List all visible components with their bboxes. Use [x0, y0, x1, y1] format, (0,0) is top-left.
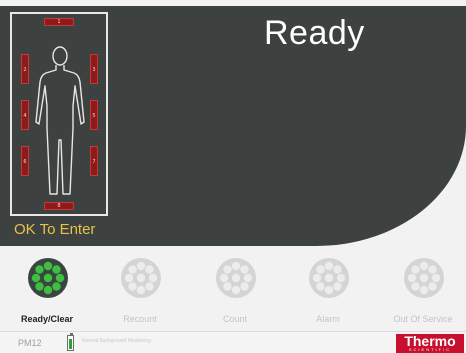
button-dot	[316, 265, 325, 274]
sensor-7: 7	[90, 146, 98, 176]
alarm-label: Alarm	[316, 314, 340, 324]
button-dot	[35, 282, 44, 291]
button-dot	[431, 273, 441, 283]
button-dot	[223, 265, 232, 274]
status-bar: PM12 Normal Background Monitoring Thermo…	[0, 331, 466, 353]
button-dot	[43, 285, 53, 295]
button-dot	[316, 282, 325, 291]
button-dot	[231, 285, 241, 295]
button-dot	[411, 282, 420, 291]
ready-clear-label: Ready/Clear	[20, 314, 74, 324]
button-dot	[428, 265, 437, 274]
button-row: Ready/Clear Recount Count Alarm Out Of S…	[0, 250, 466, 330]
recount-icon	[121, 258, 161, 298]
button-dot	[231, 273, 241, 283]
sensor-5: 5	[90, 100, 98, 130]
human-body-icon	[35, 46, 85, 195]
sensor-6: 6	[21, 146, 29, 176]
sensor-1: 1	[44, 18, 74, 26]
alarm-icon	[309, 258, 349, 298]
button-dot	[428, 282, 437, 291]
count-label: Count	[222, 314, 248, 324]
button-dot	[128, 282, 137, 291]
ready-clear-icon	[28, 258, 68, 298]
sensor-4: 4	[21, 100, 29, 130]
button-dot	[124, 273, 134, 283]
button-dot	[336, 273, 346, 283]
button-dot	[52, 282, 61, 291]
button-dot	[411, 265, 420, 274]
thermo-scientific-logo: Thermo SCIENTIFIC	[396, 334, 464, 353]
body-diagram-frame: 1 2 3 4 5 6 7 8	[10, 12, 108, 216]
monitor-screen: Ready 1 2 3 4 5 6 7 8 OK To Enter Ready/…	[0, 0, 466, 353]
button-dot	[240, 282, 249, 291]
recount-label: Recount	[123, 314, 157, 324]
recount-button[interactable]: Recount	[100, 256, 180, 326]
button-dot	[31, 273, 41, 283]
button-dot	[43, 261, 53, 271]
button-dot	[35, 265, 44, 274]
button-dot	[148, 273, 158, 283]
button-dot	[324, 273, 334, 283]
sensor-2: 2	[21, 54, 29, 84]
button-dot	[324, 285, 334, 295]
button-dot	[136, 285, 146, 295]
button-dot	[231, 261, 241, 271]
ready-clear-button[interactable]: Ready/Clear	[7, 256, 87, 326]
button-dot	[407, 273, 417, 283]
button-dot	[419, 285, 429, 295]
alarm-button[interactable]: Alarm	[288, 256, 368, 326]
count-icon	[216, 258, 256, 298]
button-dot	[219, 273, 229, 283]
button-dot	[419, 261, 429, 271]
ok-to-enter-label: OK To Enter	[14, 221, 96, 238]
button-dot	[128, 265, 137, 274]
button-dot	[243, 273, 253, 283]
button-dot	[136, 273, 146, 283]
out-of-service-label: Out Of Service	[393, 314, 453, 324]
sensor-3: 3	[90, 54, 98, 84]
button-dot	[419, 273, 429, 283]
button-dot	[136, 261, 146, 271]
button-dot	[145, 265, 154, 274]
button-dot	[324, 261, 334, 271]
battery-fill	[69, 339, 72, 349]
button-dot	[240, 265, 249, 274]
count-button[interactable]: Count	[195, 256, 275, 326]
out-of-service-button[interactable]: Out Of Service	[383, 256, 463, 326]
button-dot	[223, 282, 232, 291]
button-dot	[52, 265, 61, 274]
brand-name: Thermo	[404, 333, 456, 349]
button-dot	[43, 273, 53, 283]
button-dot	[312, 273, 322, 283]
button-dot	[333, 282, 342, 291]
battery-icon	[67, 333, 74, 351]
button-dot	[55, 273, 65, 283]
device-id: PM12	[18, 338, 42, 348]
out-of-service-icon	[404, 258, 444, 298]
button-dot	[145, 282, 154, 291]
button-dot	[333, 265, 342, 274]
status-title: Ready	[264, 14, 365, 52]
monitoring-status: Normal Background Monitoring	[82, 338, 151, 344]
